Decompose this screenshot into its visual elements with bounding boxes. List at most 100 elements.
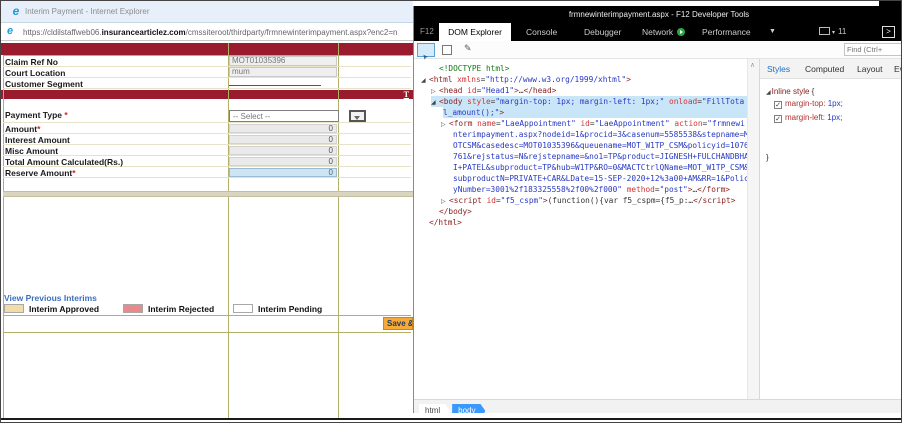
dom-node[interactable]: <!DOCTYPE html>: [431, 63, 747, 74]
scroll-up-icon[interactable]: ∧: [750, 61, 755, 69]
underline-field[interactable]: [229, 85, 321, 86]
devtools-window: frmnewinterimpayment.aspx - F12 Develope…: [413, 6, 902, 413]
prop-checkbox[interactable]: ✓: [774, 115, 782, 123]
dom-node[interactable]: 761&rejstatus=N&rejstepname=&no1=TP&prod…: [453, 151, 747, 162]
form-row: Reserve Amount* 0: [3, 167, 411, 178]
legend-label: Interim Pending: [258, 304, 322, 314]
dom-node[interactable]: ▷<form name="LaeAppointment" id="LaeAppo…: [441, 118, 747, 129]
styles-tab-styles[interactable]: Styles: [767, 59, 790, 79]
styles-panel-tabs: Styles Computed Layout Ev: [760, 59, 902, 79]
dom-node[interactable]: yNumber=3001%2f183325558%2f00%2f000" met…: [453, 184, 747, 195]
legend-row: Interim ApprovedInterim RejectedInterim …: [1, 304, 411, 315]
expanded-arrow-icon[interactable]: ◢: [766, 90, 771, 96]
amount-field[interactable]: 0: [229, 157, 337, 166]
field-label: Claim Ref No: [5, 57, 58, 67]
field-label: Misc Amount: [5, 146, 58, 156]
dom-node[interactable]: ▷<script id="f5_cspm">(function(){var f5…: [441, 195, 747, 206]
table-border: [3, 332, 411, 333]
breadcrumb-body[interactable]: body: [452, 404, 485, 413]
undock-arrow-button[interactable]: >: [882, 26, 895, 38]
window-bottom-edge: [1, 418, 902, 420]
find-input[interactable]: [844, 43, 902, 56]
internet-explorer-page-icon: e: [7, 25, 20, 38]
screenshot-root: e Interim Payment - Internet Explorer e …: [0, 0, 902, 423]
tab-dom-explorer[interactable]: DOM Explorer: [439, 23, 511, 41]
text-field[interactable]: MOT01035396: [229, 56, 337, 66]
section-header-bar: T: [1, 90, 413, 99]
dom-node[interactable]: ▷<head id="Head1">…</head>: [431, 85, 747, 96]
breadcrumb-html[interactable]: html: [419, 404, 450, 413]
dom-tree: <!DOCTYPE html>◢<html xmlns="http://www.…: [414, 59, 747, 399]
devtools-tabbar: F12 ▼ ▾11 > DOM Explorer Console Debugger N…: [414, 23, 902, 41]
devtools-titlebar: frmnewinterimpayment.aspx - F12 Develope…: [414, 6, 902, 23]
tab-network[interactable]: Network: [642, 23, 685, 41]
legend-swatch: [123, 304, 143, 313]
legend-label: Interim Approved: [29, 304, 99, 314]
expanded-arrow-icon[interactable]: ◢: [421, 75, 429, 86]
required-asterisk: *: [72, 168, 75, 178]
field-label: Interest Amount: [5, 135, 70, 145]
field-label: Amount*: [5, 124, 40, 134]
f12-label: F12: [420, 23, 434, 41]
caret-down-icon: ▾: [832, 30, 835, 36]
dom-scrollbar[interactable]: ∧: [747, 59, 759, 399]
device-count: 11: [838, 27, 846, 36]
style-prop-row: ✓margin-left: 1px;: [774, 111, 902, 125]
tab-console[interactable]: Console: [526, 23, 557, 41]
table-border: [228, 43, 229, 418]
prop-checkbox[interactable]: ✓: [774, 101, 782, 109]
dom-node[interactable]: OTCSM&casedesc=MOT01035396&queuename=MOT…: [453, 140, 747, 151]
inline-style-rule: ◢Inline style {: [766, 87, 814, 96]
color-picker-icon[interactable]: ✎: [464, 43, 472, 57]
dom-node[interactable]: l_amount();">: [443, 107, 747, 118]
tab-performance[interactable]: Performance: [702, 23, 751, 41]
required-asterisk: *: [64, 110, 67, 120]
field-label: Payment Type *: [5, 110, 68, 120]
dom-node[interactable]: I+PATEL&subproduct=TP&hub=W1TP&RO=0&MACT…: [453, 162, 747, 173]
chevron-down-icon: [354, 116, 360, 120]
more-tabs-chevron-icon[interactable]: ▼: [769, 23, 776, 41]
payment-type-select[interactable]: -- Select --: [229, 110, 339, 122]
form-area: T Claim Ref No MOT01035396Court Locationm…: [1, 41, 413, 420]
save-submit-button[interactable]: Save &: [383, 317, 413, 330]
tab-debugger[interactable]: Debugger: [584, 23, 621, 41]
dom-node[interactable]: subproductN=PRIVATE+CAR&LDate=15-SEP-202…: [453, 173, 747, 184]
ie-addressbar[interactable]: e https://cldilstaffweb06.insuranceartic…: [1, 23, 413, 41]
styles-tab-ev[interactable]: Ev: [894, 59, 902, 79]
devtools-toolbar: ➤ ✎: [414, 41, 902, 59]
dom-node[interactable]: </body>: [431, 206, 747, 217]
dom-node[interactable]: nterimpayment.aspx?nodeid=1&procid=3&cas…: [453, 129, 747, 140]
styles-tab-computed[interactable]: Computed: [805, 59, 844, 79]
form-row: Customer Segment: [3, 78, 411, 89]
dom-node[interactable]: </html>: [421, 217, 747, 228]
dom-node[interactable]: ◢<body style="margin-top: 1px; margin-le…: [431, 96, 747, 107]
expanded-arrow-icon[interactable]: ◢: [431, 97, 439, 108]
view-previous-interims-link[interactable]: View Previous Interims: [4, 293, 97, 303]
closing-brace: }: [766, 153, 769, 162]
section-divider-bar: [3, 191, 413, 197]
dropdown-arrow-button[interactable]: [349, 110, 366, 122]
form-row: Misc Amount 0: [3, 145, 411, 156]
text-field[interactable]: mum: [229, 67, 337, 77]
amount-field[interactable]: 0: [229, 146, 337, 155]
device-emulation-button[interactable]: ▾11: [819, 23, 846, 41]
network-play-icon: [677, 28, 685, 36]
window-title: Interim Payment - Internet Explorer: [25, 7, 150, 16]
section-header-text: T: [404, 90, 409, 99]
form-row: Amount* 0: [3, 123, 411, 134]
amount-field[interactable]: 0: [229, 124, 337, 133]
devtools-breadcrumb: htmlbody: [414, 399, 902, 413]
styles-panel: Styles Computed Layout Ev ◢Inline style { ✓…: [760, 59, 902, 399]
url-text[interactable]: https://cldilstaffweb06.insurancearticle…: [23, 28, 409, 37]
amount-field[interactable]: 0: [229, 168, 337, 177]
dom-node[interactable]: ◢<html xmlns="http://www.w3.org/1999/xht…: [421, 74, 747, 85]
form-row: Court Locationmum: [3, 67, 411, 78]
required-asterisk: *: [37, 124, 40, 134]
highlight-element-button[interactable]: [442, 45, 452, 55]
select-element-button[interactable]: ➤: [417, 43, 435, 57]
table-border: [3, 315, 411, 316]
collapsed-arrow-icon[interactable]: ▷: [441, 119, 449, 130]
amount-field[interactable]: 0: [229, 135, 337, 144]
styles-tab-layout[interactable]: Layout: [857, 59, 883, 79]
field-label: Reserve Amount*: [5, 168, 76, 178]
